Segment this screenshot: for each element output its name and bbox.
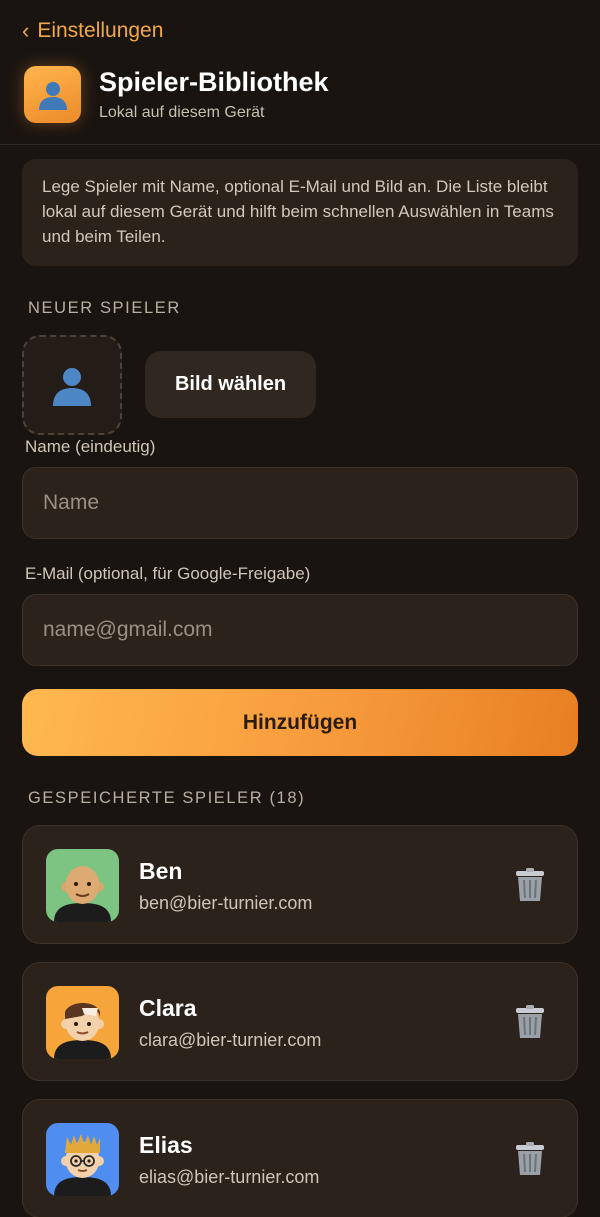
add-player-button[interactable]: Hinzufügen: [22, 689, 578, 756]
trash-icon[interactable]: [513, 867, 547, 903]
back-label: Einstellungen: [37, 19, 164, 42]
avatar-picker[interactable]: [22, 335, 122, 435]
player-card[interactable]: Clara clara@bier-turnier.com: [22, 962, 578, 1081]
person-icon: [24, 66, 81, 123]
player-avatar: [46, 849, 119, 922]
player-name: Elias: [139, 1132, 193, 1158]
new-player-section-label: NEUER SPIELER: [28, 299, 181, 317]
name-field-label: Name (eindeutig): [25, 437, 156, 456]
player-card[interactable]: Ben ben@bier-turnier.com: [22, 825, 578, 944]
chevron-left-icon: ‹: [22, 18, 30, 43]
email-input[interactable]: [22, 594, 578, 666]
page-subtitle: Lokal auf diesem Gerät: [99, 104, 265, 121]
player-avatar: [46, 986, 119, 1059]
player-email: ben@bier-turnier.com: [139, 893, 313, 913]
player-card[interactable]: Elias elias@bier-turnier.com: [22, 1099, 578, 1217]
player-name: Ben: [139, 858, 183, 884]
saved-players-section-label: GESPEICHERTE SPIELER (18): [28, 789, 306, 807]
trash-icon[interactable]: [513, 1141, 547, 1177]
email-field-label: E-Mail (optional, für Google-Freigabe): [25, 564, 311, 583]
player-avatar: [46, 1123, 119, 1196]
name-input[interactable]: [22, 467, 578, 539]
info-box: Lege Spieler mit Name, optional E-Mail u…: [22, 159, 578, 266]
back-button[interactable]: ‹ Einstellungen: [22, 18, 163, 44]
choose-image-button[interactable]: Bild wählen: [145, 351, 316, 418]
trash-icon[interactable]: [513, 1004, 547, 1040]
page-title: Spieler-Bibliothek: [99, 67, 329, 97]
player-name: Clara: [139, 995, 197, 1021]
player-email: clara@bier-turnier.com: [139, 1030, 322, 1050]
player-email: elias@bier-turnier.com: [139, 1167, 320, 1187]
header-divider: [0, 144, 600, 145]
page-header: Spieler-Bibliothek Lokal auf diesem Gerä…: [24, 66, 329, 123]
person-placeholder-icon: [53, 368, 91, 406]
